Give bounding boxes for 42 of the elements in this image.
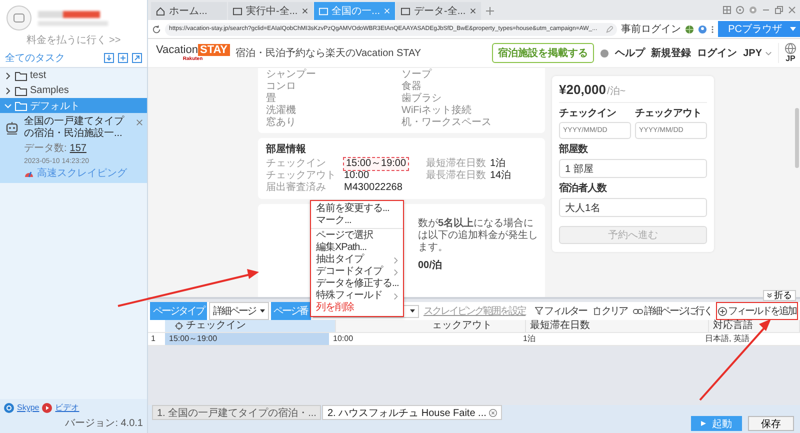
count-label: データ数: [24,142,67,155]
tagline: 宿泊・民泊予約なら楽天のVacation STAY [236,46,422,60]
field-label: 届出審査済み [266,182,327,194]
field-value: 15:00～19:00 [344,158,408,170]
section-title: 全てのタスク [5,52,65,65]
amenity-label: ソープ [402,69,433,81]
row-number: 1 [150,333,156,345]
field-label: 最短滞在日数 [426,158,487,170]
field-label: チェックイン [266,158,327,170]
table-cell: 15:00～19:00 [165,333,329,345]
page-number-label: ページ番 [270,302,310,320]
version-label: バージョン: 4.0.1 [65,417,143,430]
field-label: チェックアウト [635,107,702,120]
mode-label: 高速スクレイピング [37,166,127,180]
field-value: 10:00 [344,170,370,182]
amenity-label: WiFiネット接続 [402,105,472,116]
field-value: M430022268 [344,182,402,194]
price-unit: /泊~ [607,85,626,98]
price: ¥20,000 [559,82,606,97]
amenity-label: 洗濯機 [266,105,297,116]
field-value: 1泊 [490,158,506,170]
amenity-label: 机・ワークスペース [402,117,492,129]
amenity-label: シャンプー [266,69,317,81]
amenity-label: 食器 [402,81,422,92]
field-label: 宿泊者人数 [559,181,608,195]
field-value: 14泊 [490,170,512,182]
field-label: 部屋数 [559,142,589,156]
amenity-label: 歯ブラシ [402,93,442,105]
field-label: チェックアウト [266,170,337,182]
section-title: 部屋情報 [266,143,307,156]
table-cell-text: 日本語, 英語 [704,333,750,345]
field-label: チェックイン [559,107,617,120]
amenity-label: 畳 [266,93,277,104]
page-type-label: ページタイプ [150,302,207,320]
amenity-label: コンロ [266,81,297,93]
table-cell-text: 1泊 [522,333,536,345]
table-cell-text: 10:00 [332,333,354,345]
task-title: 全国の一戸建てタイプの宿泊・民泊施設一... [24,116,126,140]
amenity-label: 窓あり [266,117,297,129]
notice-text: 数が5名以上になる場合には以下の追加料金が発生します。 [418,218,539,254]
price-text: 00/泊 [418,260,443,272]
field-label: 最長滞在日数 [426,170,487,182]
